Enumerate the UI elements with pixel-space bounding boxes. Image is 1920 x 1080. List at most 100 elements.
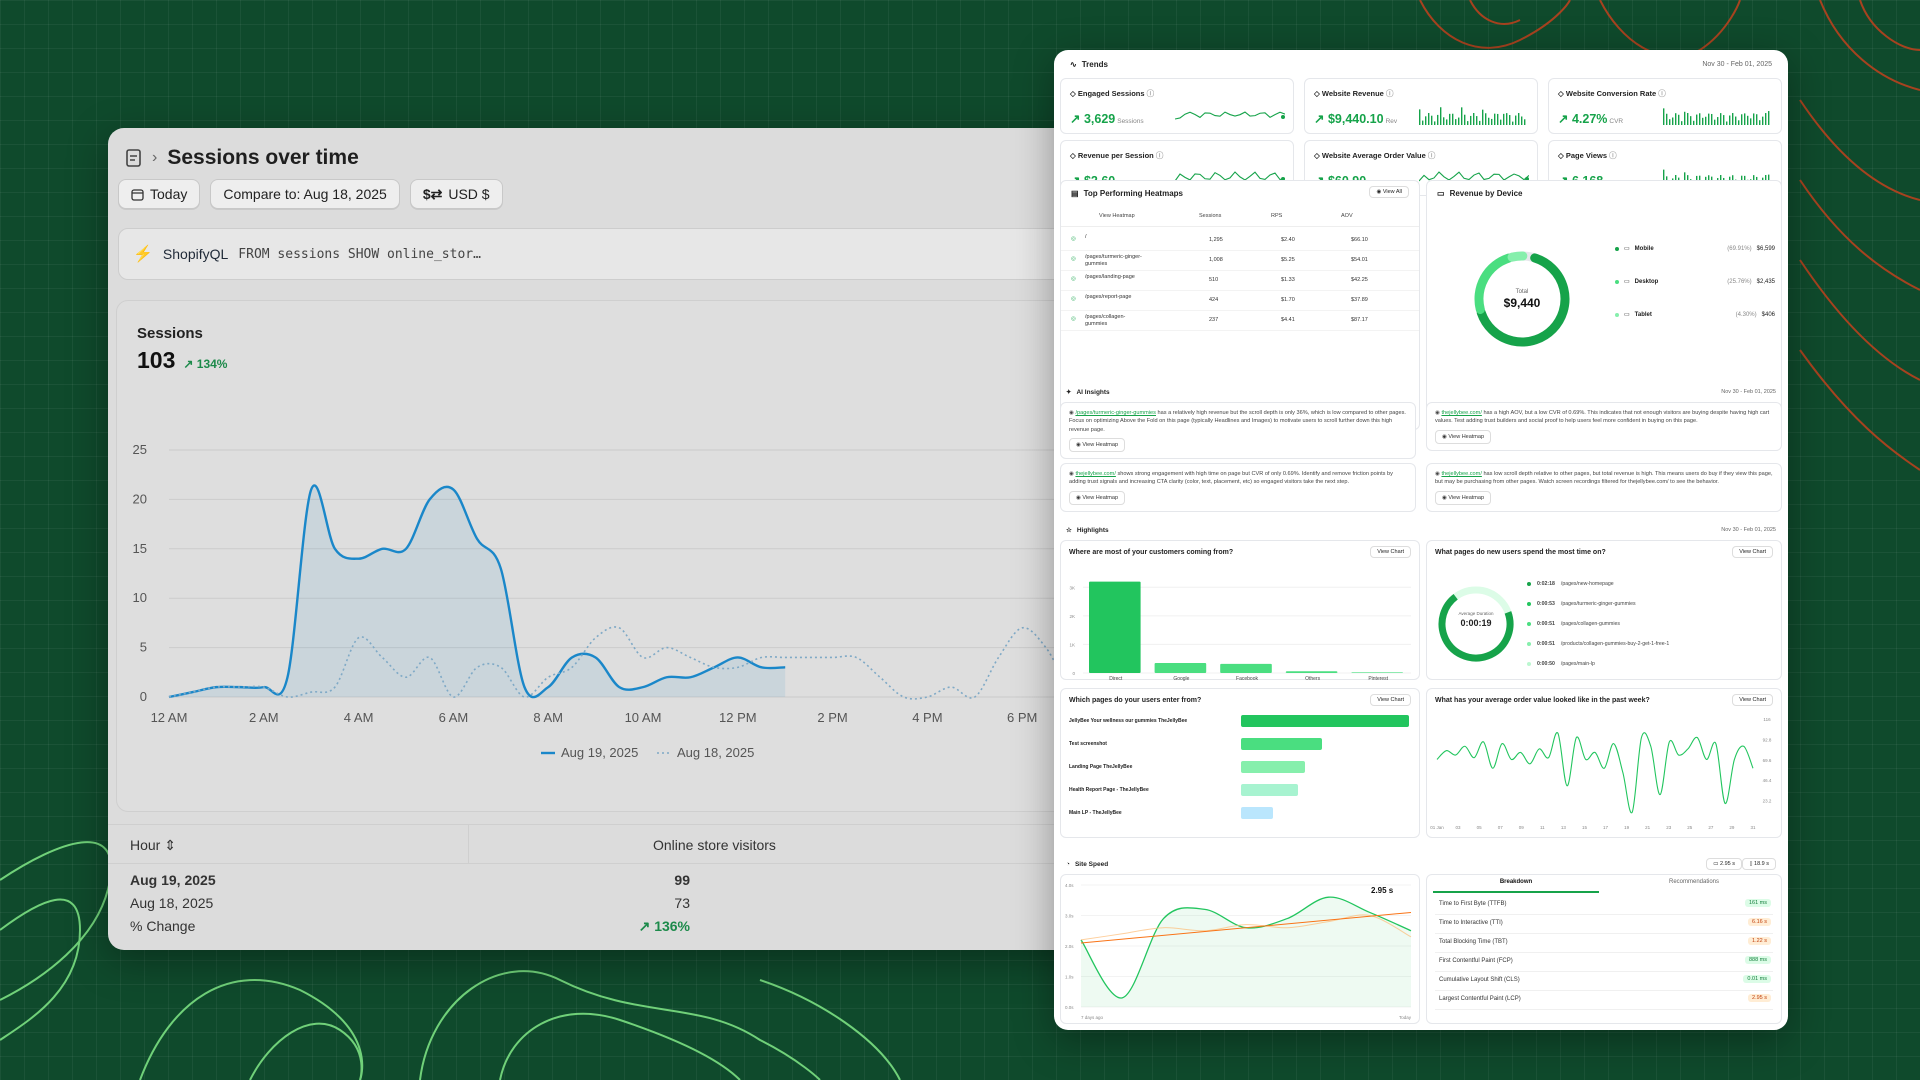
- column-header[interactable]: Sessions: [1199, 213, 1221, 219]
- device-legend-item: ▭ Desktop (25.76%) $2,435: [1615, 278, 1775, 285]
- sparkline-bar: [1717, 117, 1719, 125]
- view-heatmap-icon[interactable]: ◎: [1071, 276, 1076, 282]
- time-row: 0:00:51/pages/collagen-gummies: [1527, 621, 1620, 627]
- y-tick-label: 5: [140, 640, 147, 655]
- view-heatmap-icon[interactable]: ◎: [1071, 236, 1076, 242]
- tab-breakdown[interactable]: Breakdown: [1427, 879, 1605, 885]
- legend-label-previous: Aug 18, 2025: [677, 745, 754, 760]
- insight-page-link[interactable]: thejellybee.com/: [1441, 410, 1481, 416]
- view-heatmap-button[interactable]: ◉ View Heatmap: [1069, 490, 1126, 506]
- currency-button[interactable]: $⇄ USD $: [409, 179, 503, 209]
- entry-bar: [1241, 807, 1273, 819]
- speed-metric-name: Total Blocking Time (TBT): [1439, 939, 1508, 945]
- y-tick-label: 92.8: [1763, 737, 1772, 742]
- sparkline-bar: [1693, 120, 1695, 125]
- bar: [1089, 581, 1141, 673]
- trend-card-label: ◇ Website Average Order Value ⓘ: [1314, 150, 1435, 161]
- heatmap-page: /pages/collagen-gummies: [1085, 314, 1126, 327]
- sparkline-bar: [1726, 121, 1728, 125]
- device-pct: (4.30%): [1735, 311, 1757, 318]
- table-row[interactable]: ◎ / 1,295 $2.40 $66.10: [1061, 231, 1419, 251]
- device-value: $6,599: [1756, 245, 1775, 252]
- device-legend-item: ▭ Tablet (4.30%) $406: [1615, 311, 1775, 318]
- insights-title-text: AI Insights: [1076, 388, 1110, 396]
- sparkline-bar: [1744, 113, 1746, 125]
- trend-icon: ∿: [1070, 60, 1077, 69]
- trend-card[interactable]: ◇ Website Conversion Rate ⓘ ↗ 4.27% CVR: [1548, 78, 1782, 134]
- x-end-label: Today: [1399, 1015, 1412, 1020]
- insight-page-link[interactable]: thejellybee.com/: [1441, 471, 1481, 477]
- time-value: 0:00:51: [1537, 641, 1555, 647]
- insight-page-link[interactable]: thejellybee.com/: [1075, 471, 1115, 477]
- time-value: 0:02:18: [1537, 581, 1555, 587]
- time-view-chart-button[interactable]: View Chart: [1732, 546, 1773, 558]
- time-page: /pages/collagen-gummies: [1560, 621, 1621, 627]
- sparkline-bar: [1434, 121, 1436, 125]
- insight-text: has low scroll depth relative to other p…: [1435, 471, 1773, 486]
- entry-page: Test screenshot: [1069, 741, 1107, 747]
- sparkline-bar: [1741, 114, 1743, 125]
- table-row[interactable]: ◎ /pages/turmeric-ginger-gummies 1,008 $…: [1061, 251, 1419, 271]
- heatmap-rps: $5.25: [1281, 257, 1295, 263]
- trend-card-unit: CVR: [1609, 118, 1624, 125]
- trends-title: ∿ Trends: [1070, 60, 1108, 69]
- site-speed-title: ◔ Site Speed: [1066, 861, 1108, 868]
- aov-line-chart: 23.2 46.4 69.6 92.8 116 01 Jan 03 05 07 09 11 13 15 1…: [1430, 717, 1772, 830]
- device-value: $406: [1761, 311, 1775, 318]
- y-tick-label: 2.0s: [1065, 944, 1074, 949]
- time-title: What pages do new users spend the most t…: [1435, 549, 1606, 556]
- view-heatmap-icon[interactable]: ◎: [1071, 256, 1076, 262]
- view-heatmap-button[interactable]: ◉ View Heatmap: [1435, 490, 1492, 506]
- header-hour[interactable]: Hour ⇕: [130, 837, 176, 854]
- mobile-speed-chip[interactable]: ▯ 18.9 s: [1742, 858, 1776, 870]
- entry-view-chart-button[interactable]: View Chart: [1370, 694, 1411, 706]
- sparkline-bar: [1485, 113, 1487, 125]
- insight-page-link[interactable]: /pages/turmeric-ginger-gummies: [1075, 410, 1156, 416]
- insight-icon: ◉: [1435, 471, 1440, 477]
- entry-row: Landing Page TheJellyBee: [1069, 761, 1411, 775]
- tab-recommendations[interactable]: Recommendations: [1605, 879, 1783, 885]
- insight-card: ◉ thejellybee.com/ has low scroll depth …: [1426, 463, 1782, 513]
- sparkline-bar: [1428, 113, 1430, 125]
- entry-title: Which pages do your users enter from?: [1069, 697, 1202, 704]
- trend-card-label-text: Website Conversion Rate: [1565, 89, 1657, 98]
- monitor-icon: ▭: [1437, 189, 1445, 198]
- device-pct: (69.91%): [1727, 245, 1752, 252]
- aov-view-chart-button[interactable]: View Chart: [1732, 694, 1773, 706]
- sources-view-chart-label: View Chart: [1377, 549, 1404, 555]
- view-heatmap-button[interactable]: ◉ View Heatmap: [1069, 438, 1126, 453]
- sparkline-bar: [1494, 113, 1496, 125]
- trend-card[interactable]: ◇ Website Revenue ⓘ ↗ $9,440.10 Rev: [1304, 78, 1538, 134]
- query-text: FROM sessions SHOW online_stor…: [238, 246, 481, 262]
- legend-dot: [1527, 622, 1531, 626]
- date-today-button[interactable]: Today: [118, 179, 201, 209]
- sparkline-bar: [1696, 114, 1698, 125]
- table-row[interactable]: ◎ /pages/landing-page 510 $1.33 $42.25: [1061, 271, 1419, 291]
- compare-button[interactable]: Compare to: Aug 18, 2025: [210, 179, 400, 209]
- info-icon: ⓘ: [1155, 151, 1164, 160]
- table-row[interactable]: ◎ /pages/collagen-gummies 237 $4.41 $87.…: [1061, 311, 1419, 331]
- sources-view-chart-button[interactable]: View Chart: [1370, 546, 1411, 558]
- sessions-line-chart: 0 5 10 15 20 25 12 AM 2 AM 4 AM 6 AM 8 AM 10 AM 12 P…: [133, 442, 1108, 760]
- device-donut-chart: Total$9,440: [1474, 251, 1570, 347]
- x-tick-label: 19: [1624, 825, 1630, 830]
- insight-text: shows strong engagement with high time o…: [1069, 471, 1393, 486]
- desktop-speed-chip[interactable]: ▭ 2.95 s: [1706, 858, 1742, 870]
- sparkline-bar: [1455, 119, 1457, 125]
- bar: [1154, 663, 1207, 673]
- shopifyql-query-bar[interactable]: ⚡ ShopifyQL FROM sessions SHOW online_st…: [118, 228, 1108, 280]
- calendar-icon: [131, 188, 144, 201]
- row-value: 73: [674, 895, 690, 911]
- view-heatmap-label: View Heatmap: [1082, 442, 1119, 449]
- view-heatmap-button[interactable]: ◉ View Heatmap: [1435, 429, 1492, 445]
- view-heatmap-icon[interactable]: ◎: [1071, 316, 1076, 322]
- heatmap-rps: $1.70: [1281, 297, 1295, 303]
- heatmaps-title: ▤ Top Performing Heatmaps: [1071, 189, 1183, 198]
- view-all-button[interactable]: ◉ View All: [1369, 186, 1409, 198]
- view-heatmap-icon[interactable]: ◎: [1071, 296, 1076, 302]
- device-icon: ▭: [1624, 279, 1630, 285]
- table-row[interactable]: ◎ /pages/report-page 424 $1.70 $37.89: [1061, 291, 1419, 311]
- time-row: 0:00:51/products/collagen-gummies-buy-2-…: [1527, 641, 1669, 647]
- trend-card[interactable]: ◇ Engaged Sessions ⓘ ↗ 3,629 Sessions: [1060, 78, 1294, 134]
- x-tick-label: Google: [1173, 676, 1189, 681]
